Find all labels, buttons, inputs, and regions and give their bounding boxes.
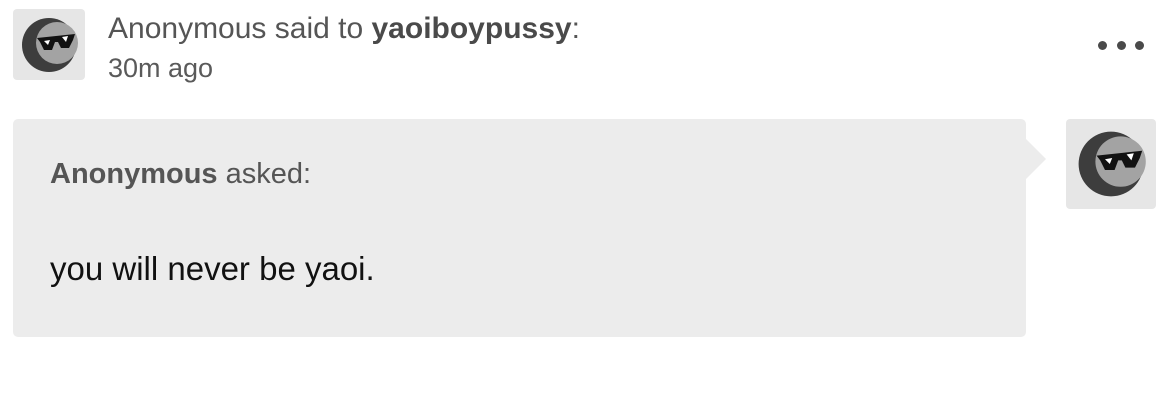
attribution-colon: : — [571, 12, 580, 45]
post-header: Anonymous said to yaoiboypussy: 30m ago — [108, 10, 580, 86]
anonymous-avatar[interactable] — [13, 9, 85, 80]
author-name: Anonymous — [108, 12, 267, 45]
asker-name: Anonymous — [50, 158, 218, 190]
tumblr-ask-post: Anonymous said to yaoiboypussy: 30m ago … — [0, 0, 1161, 410]
more-options-button[interactable] — [1098, 32, 1144, 58]
post-timestamp[interactable]: 30m ago — [108, 50, 580, 86]
post-attribution: Anonymous said to yaoiboypussy: — [108, 10, 580, 48]
ask-question-text: you will never be yaoi. — [50, 250, 375, 287]
anonymous-sunglasses-icon — [22, 17, 78, 72]
answerer-avatar[interactable] — [1066, 119, 1156, 209]
recipient-blog-link[interactable]: yaoiboypussy — [372, 12, 572, 45]
more-options-icon — [1098, 40, 1107, 50]
ask-bubble: Anonymous asked: you will never be yaoi. — [13, 119, 1046, 337]
asker-line: Anonymous asked: — [50, 155, 311, 193]
anonymous-sunglasses-icon — [1078, 131, 1146, 197]
more-options-icon-dot — [1116, 40, 1126, 50]
asked-label: asked: — [217, 158, 312, 190]
more-options-icon-dot — [1135, 40, 1144, 50]
said-to-label: said to — [266, 12, 372, 45]
